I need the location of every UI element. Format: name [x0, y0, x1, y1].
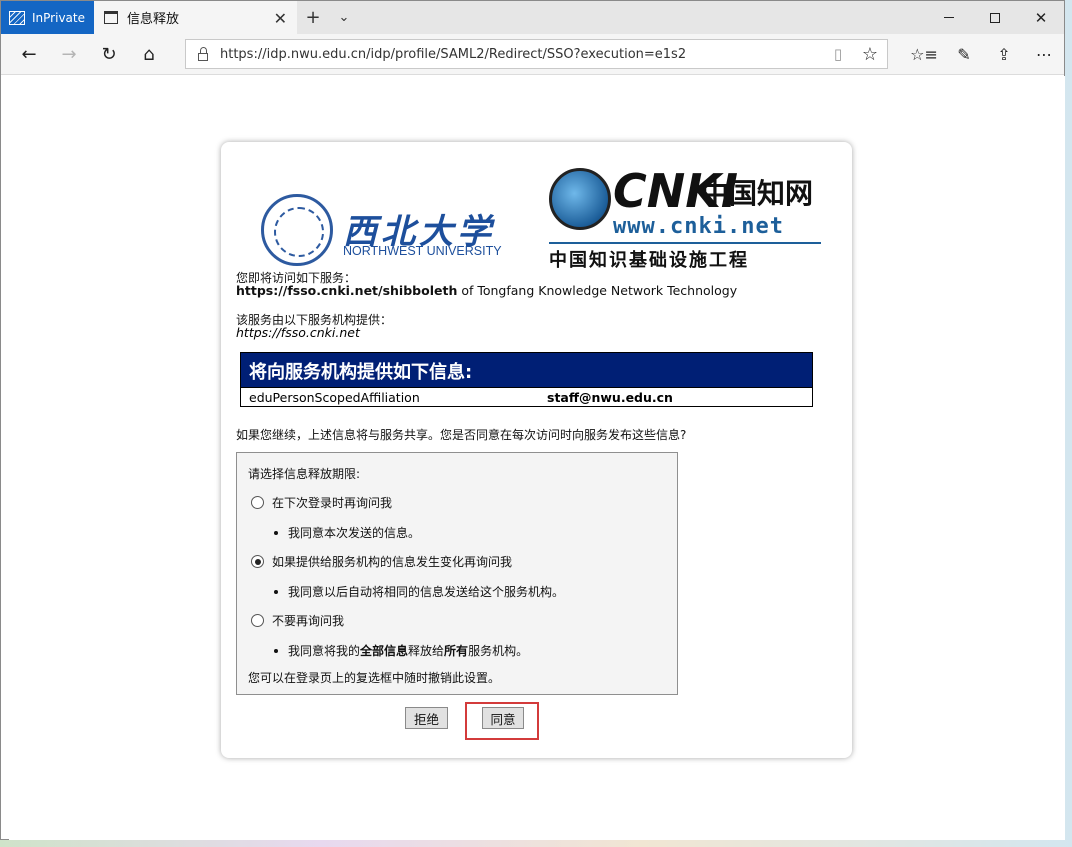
lock-icon: [186, 46, 220, 61]
minimize-icon: [944, 17, 954, 18]
revoke-note: 您可以在登录页上的复选框中随时撤销此设置。: [248, 671, 501, 685]
option-label[interactable]: 如果提供给服务机构的信息发生变化再询问我: [272, 553, 512, 570]
inprivate-label: InPrivate: [32, 10, 85, 25]
service-line: https://fsso.cnki.net/shibboleth of Tong…: [236, 283, 737, 298]
option-never-ask[interactable]: 不要再询问我: [251, 612, 344, 629]
reject-button[interactable]: 拒绝: [405, 707, 448, 729]
cnki-name-cn: 中国知网: [701, 177, 814, 210]
back-arrow-icon: ←: [21, 43, 37, 65]
tab-active[interactable]: 信息释放 ✕: [94, 1, 297, 34]
favorites-hub-button[interactable]: ☆≡: [904, 34, 944, 75]
option-label[interactable]: 不要再询问我: [272, 612, 344, 629]
more-dots-icon: ⋯: [1036, 45, 1052, 64]
inprivate-icon: [9, 10, 25, 25]
reading-view-icon[interactable]: ▯: [823, 45, 853, 63]
forward-arrow-icon: →: [61, 43, 77, 65]
share-icon: ⇪: [997, 45, 1011, 64]
accept-button[interactable]: 同意: [482, 707, 524, 729]
consent-question: 如果您继续，上述信息将与服务共享。您是否同意在每次访问时向服务发布这些信息?: [236, 428, 687, 442]
table-row: eduPersonScopedAffiliation staff@nwu.edu…: [241, 387, 812, 406]
option-desc: 我同意本次发送的信息。: [274, 524, 420, 541]
service-org: of Tongfang Knowledge Network Technology: [457, 283, 738, 298]
share-button[interactable]: ⇪: [984, 34, 1024, 75]
service-entity: https://fsso.cnki.net/shibboleth: [236, 283, 458, 298]
bullet-icon: [274, 648, 278, 653]
toolbar-right: ☆≡ ✎ ⇪ ⋯: [904, 34, 1064, 75]
refresh-button[interactable]: ↻: [89, 34, 129, 75]
radio-ask-on-change[interactable]: [251, 555, 264, 568]
provider-url: https://fsso.cnki.net: [236, 325, 360, 340]
option-ask-next-login[interactable]: 在下次登录时再询问我: [251, 494, 392, 511]
option-label[interactable]: 在下次登录时再询问我: [272, 494, 392, 511]
page-icon: [104, 11, 118, 24]
refresh-icon: ↻: [101, 43, 117, 65]
window-controls: ✕: [926, 1, 1064, 34]
cnki-globe-logo: [549, 168, 611, 230]
cnki-divider: [549, 242, 821, 244]
address-bar[interactable]: https://idp.nwu.edu.cn/idp/profile/SAML2…: [185, 39, 888, 69]
cnki-url-logo: www.cnki.net: [613, 214, 784, 239]
logos-area: 西北大学 NORTHWEST UNIVERSITY CNKI 中国知网 www.…: [261, 164, 823, 271]
attribute-table: 将向服务机构提供如下信息: eduPersonScopedAffiliation…: [240, 352, 813, 407]
chevron-down-icon: ⌄: [338, 10, 350, 25]
close-tab-icon[interactable]: ✕: [274, 9, 287, 28]
option-desc: 我同意将我的全部信息释放给所有服务机构。: [274, 642, 528, 659]
close-icon: ✕: [1034, 8, 1048, 27]
address-url[interactable]: https://idp.nwu.edu.cn/idp/profile/SAML2…: [220, 47, 823, 62]
title-bar: InPrivate 信息释放 ✕ + ⌄ ✕: [1, 1, 1064, 34]
new-tab-button[interactable]: +: [297, 1, 329, 34]
consent-card: 西北大学 NORTHWEST UNIVERSITY CNKI 中国知网 www.…: [221, 142, 852, 758]
nwu-seal-logo: [261, 194, 333, 266]
option-desc-text: 我同意将我的全部信息释放给所有服务机构。: [288, 644, 529, 658]
bullet-icon: [274, 530, 278, 535]
pen-icon: ✎: [957, 45, 971, 64]
maximize-icon: [990, 12, 1000, 23]
option-ask-on-change[interactable]: 如果提供给服务机构的信息发生变化再询问我: [251, 553, 512, 570]
fieldset-legend: 请选择信息释放期限:: [248, 467, 361, 481]
radio-ask-next-login[interactable]: [251, 496, 264, 509]
home-button[interactable]: ⌂: [129, 34, 169, 75]
bullet-icon: [274, 589, 278, 594]
inprivate-indicator[interactable]: InPrivate: [1, 1, 94, 34]
attribute-name: eduPersonScopedAffiliation: [249, 389, 420, 405]
attribute-table-heading: 将向服务机构提供如下信息:: [241, 353, 812, 387]
option-desc-text: 我同意以后自动将相同的信息发送给这个服务机构。: [288, 585, 565, 599]
tab-list-button[interactable]: ⌄: [329, 1, 359, 34]
web-note-button[interactable]: ✎: [944, 34, 984, 75]
browser-window: InPrivate 信息释放 ✕ + ⌄ ✕ ← → ↻ ⌂ https://i…: [0, 0, 1065, 840]
release-duration-fieldset: 请选择信息释放期限: 在下次登录时再询问我 我同意本次发送的信息。 如果提供给服…: [236, 452, 678, 695]
attribute-value: staff@nwu.edu.cn: [547, 389, 673, 405]
plus-icon: +: [305, 7, 321, 28]
more-button[interactable]: ⋯: [1024, 34, 1064, 75]
option-desc-text: 我同意本次发送的信息。: [288, 526, 421, 540]
nwu-name-en: NORTHWEST UNIVERSITY: [343, 244, 502, 258]
back-button[interactable]: ←: [9, 34, 49, 75]
option-desc: 我同意以后自动将相同的信息发送给这个服务机构。: [274, 583, 564, 600]
home-icon: ⌂: [143, 43, 155, 65]
page-content: 西北大学 NORTHWEST UNIVERSITY CNKI 中国知网 www.…: [9, 76, 1065, 840]
favorites-list-icon: ☆≡: [910, 45, 938, 64]
close-window-button[interactable]: ✕: [1018, 1, 1064, 34]
maximize-button[interactable]: [972, 1, 1018, 34]
navigation-bar: ← → ↻ ⌂ https://idp.nwu.edu.cn/idp/profi…: [1, 34, 1064, 75]
cnki-subtitle: 中国知识基础设施工程: [549, 250, 749, 271]
tab-title: 信息释放: [127, 12, 180, 27]
minimize-button[interactable]: [926, 1, 972, 34]
forward-button[interactable]: →: [49, 34, 89, 75]
radio-never-ask[interactable]: [251, 614, 264, 627]
favorite-star-icon[interactable]: ☆: [853, 44, 887, 65]
